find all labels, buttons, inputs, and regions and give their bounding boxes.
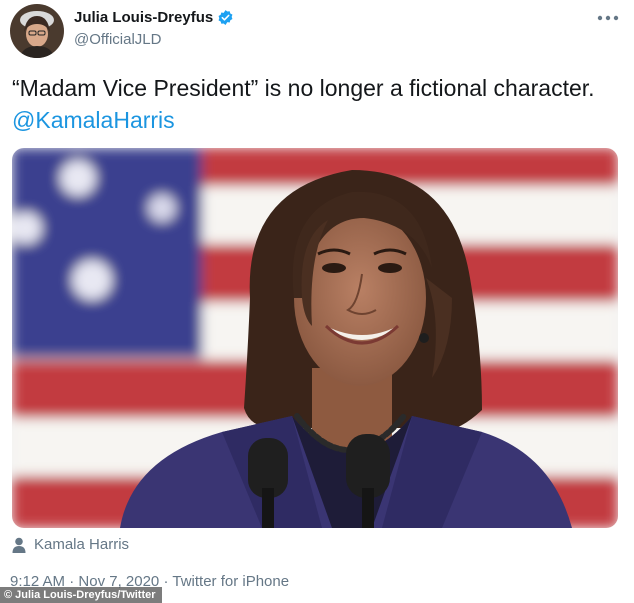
mention-link[interactable]: @KamalaHarris: [12, 107, 175, 133]
person-icon: [12, 537, 26, 553]
tweet-source[interactable]: Twitter for iPhone: [172, 573, 289, 590]
kamala-harris-photo: [12, 148, 618, 528]
tweet-photo[interactable]: [12, 148, 618, 528]
tagged-user[interactable]: Kamala Harris: [12, 536, 129, 553]
author-display-name[interactable]: Julia Louis-Dreyfus: [74, 9, 234, 26]
more-options-button[interactable]: [596, 8, 620, 28]
meta-separator-2: ·: [163, 573, 169, 590]
more-horizontal-icon: [597, 15, 619, 21]
author-avatar[interactable]: [10, 4, 64, 58]
avatar-image: [10, 4, 64, 58]
tweet-text: “Madam Vice President” is no longer a fi…: [12, 72, 612, 136]
tagged-user-name: Kamala Harris: [34, 536, 130, 553]
author-name-text: Julia Louis-Dreyfus: [74, 9, 214, 26]
verified-badge-icon: [218, 10, 233, 25]
author-handle[interactable]: @OfficialJLD: [74, 31, 161, 48]
photo-credit: © Julia Louis-Dreyfus/Twitter: [0, 587, 162, 603]
tweet-body: “Madam Vice President” is no longer a fi…: [12, 75, 595, 101]
